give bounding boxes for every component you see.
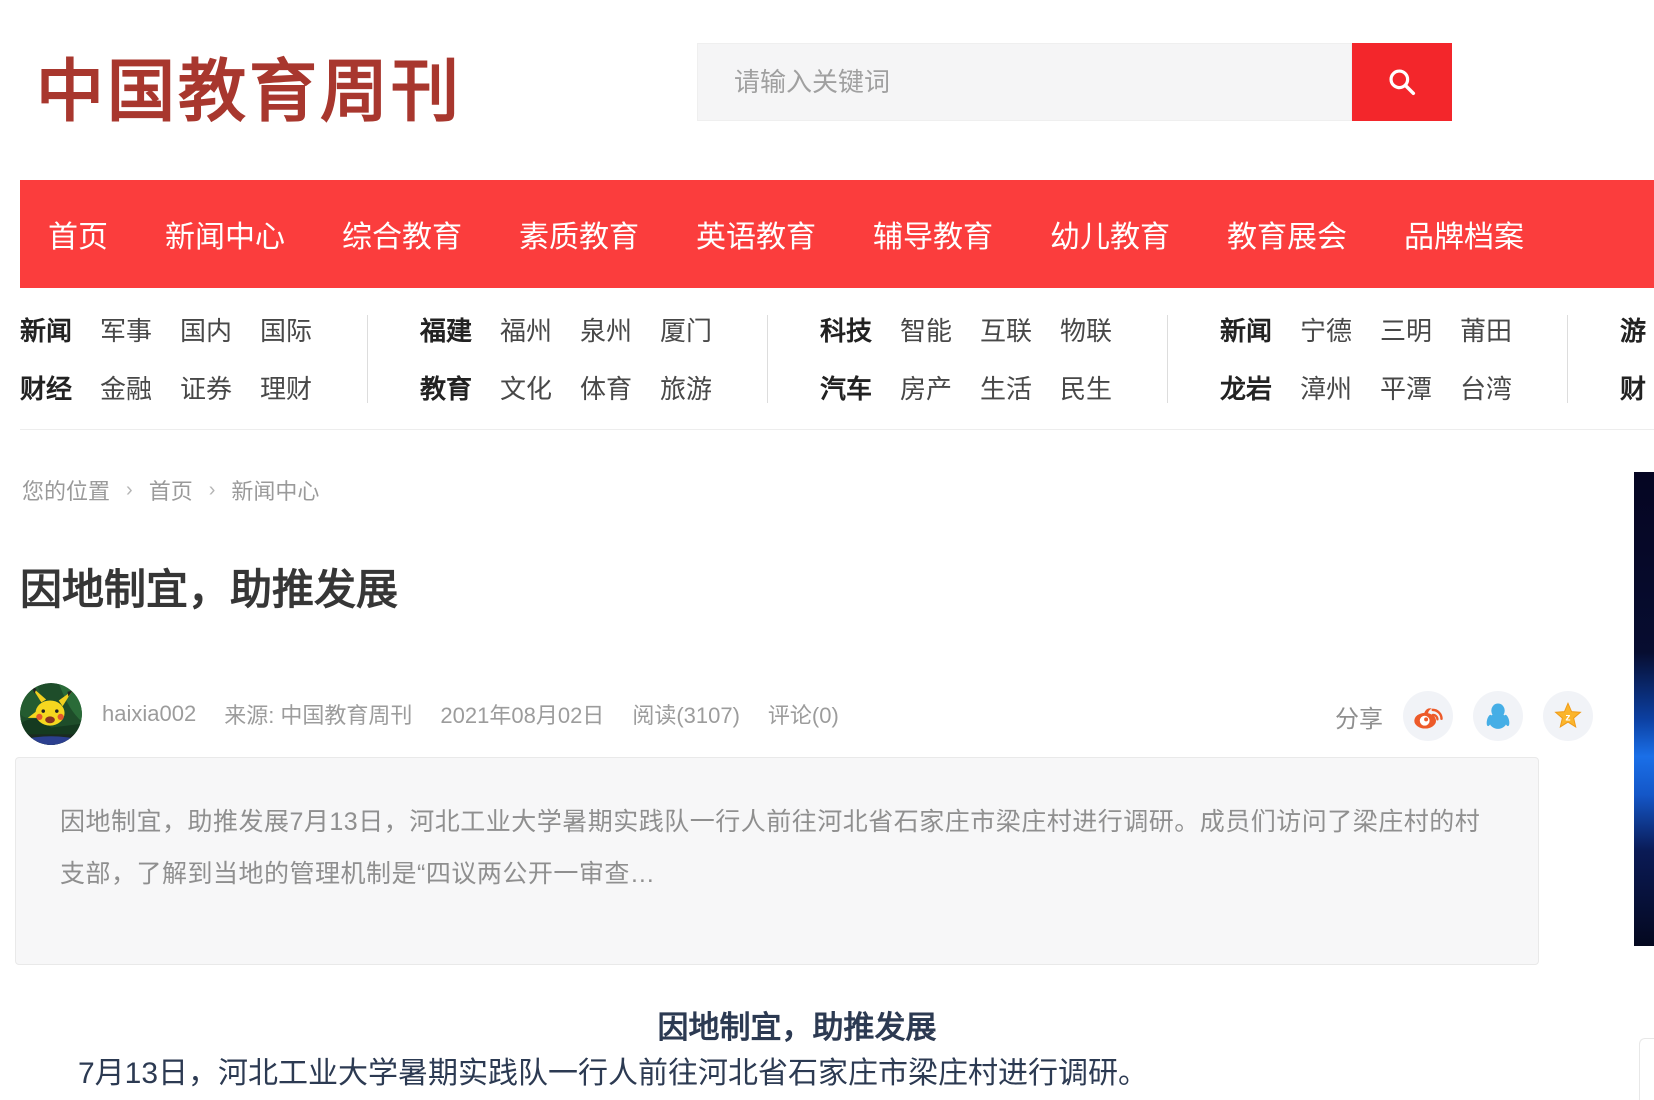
- subnav-link[interactable]: 金融: [100, 369, 152, 406]
- subnav-link[interactable]: 文化: [500, 369, 552, 406]
- subnav-group-clipped: 游 财: [1620, 311, 1654, 406]
- subnav-group-fujian-education: 福建 福州 泉州 厦门 教育 文化 体育 旅游: [420, 311, 715, 406]
- subnav-category[interactable]: 科技: [820, 311, 872, 348]
- divider: [1567, 315, 1568, 403]
- breadcrumb-news-center[interactable]: 新闻中心: [231, 474, 319, 506]
- subnav-link[interactable]: 漳州: [1300, 369, 1352, 406]
- subnav-category[interactable]: 新闻: [20, 311, 72, 348]
- subnav-link[interactable]: 互联: [980, 311, 1032, 348]
- search-box: [697, 43, 1452, 121]
- comment-count[interactable]: 评论(0): [768, 698, 839, 730]
- nav-item-preschool-education[interactable]: 幼儿教育: [1050, 212, 1170, 256]
- author-name[interactable]: haixia002: [102, 701, 196, 727]
- nav-item-quality-education[interactable]: 素质教育: [519, 212, 639, 256]
- subnav-link[interactable]: 福州: [500, 311, 552, 348]
- article-meta: haixia002 来源: 中国教育周刊 2021年08月02日 阅读(3107…: [20, 682, 867, 746]
- subnav-category[interactable]: 新闻: [1220, 311, 1272, 348]
- subnav-link[interactable]: 国内: [180, 311, 232, 348]
- nav-item-education-expo[interactable]: 教育展会: [1227, 212, 1347, 256]
- subnav-category[interactable]: 教育: [420, 369, 472, 406]
- avatar[interactable]: [20, 683, 82, 745]
- subnav-link[interactable]: 莆田: [1460, 311, 1512, 348]
- right-edge-panel-sliver: [1639, 1038, 1654, 1100]
- subnav-group-news-finance: 新闻 军事 国内 国际 财经 金融 证券 理财: [20, 311, 315, 406]
- breadcrumb-separator-icon: ›: [209, 479, 216, 502]
- search-input[interactable]: [697, 43, 1352, 121]
- divider: [1167, 315, 1168, 403]
- breadcrumb-separator-icon: ›: [126, 479, 133, 502]
- article-summary: 因地制宜，助推发展7月13日，河北工业大学暑期实践队一行人前往河北省石家庄市梁庄…: [15, 757, 1539, 965]
- read-count: 阅读(3107): [632, 698, 740, 730]
- nav-item-english-education[interactable]: 英语教育: [696, 212, 816, 256]
- nav-item-news-center[interactable]: 新闻中心: [165, 212, 285, 256]
- subnav-row: 新闻 宁德 三明 莆田: [1220, 311, 1515, 348]
- subnav-link[interactable]: 平潭: [1380, 369, 1432, 406]
- nav-item-home[interactable]: 首页: [48, 212, 108, 256]
- subnav-row: 游: [1620, 311, 1654, 348]
- subnav-link[interactable]: 生活: [980, 369, 1032, 406]
- article-source: 来源: 中国教育周刊: [224, 698, 412, 730]
- subnav-row: 龙岩 漳州 平潭 台湾: [1220, 369, 1515, 406]
- page: 中国教育周刊 首页 新闻中心 综合教育 素质教育 英语教育 辅导教育 幼儿教育 …: [0, 0, 1654, 1100]
- article-body-heading: 因地制宜，助推发展: [0, 1002, 1594, 1047]
- subnav-row: 财: [1620, 369, 1654, 406]
- subnav-link[interactable]: 民生: [1060, 369, 1112, 406]
- subnav-link[interactable]: 三明: [1380, 311, 1432, 348]
- site-logo[interactable]: 中国教育周刊: [36, 36, 462, 135]
- subnav-category[interactable]: 财经: [20, 369, 72, 406]
- subnav-row: 新闻 军事 国内 国际: [20, 311, 315, 348]
- main-nav: 首页 新闻中心 综合教育 素质教育 英语教育 辅导教育 幼儿教育 教育展会 品牌…: [20, 180, 1654, 288]
- share-qzone-button[interactable]: z: [1543, 691, 1593, 741]
- subnav-row: 财经 金融 证券 理财: [20, 369, 315, 406]
- share-bar: 分享 z: [1335, 684, 1593, 748]
- subnav-link[interactable]: 体育: [580, 369, 632, 406]
- subnav-category[interactable]: 汽车: [820, 369, 872, 406]
- right-edge-banner-sliver[interactable]: [1634, 472, 1654, 946]
- subnav-group-tech-auto: 科技 智能 互联 物联 汽车 房产 生活 民生: [820, 311, 1115, 406]
- divider: [367, 315, 368, 403]
- subnav-category[interactable]: 福建: [420, 311, 472, 348]
- subnav-link[interactable]: 国际: [260, 311, 312, 348]
- share-label: 分享: [1335, 699, 1383, 734]
- subnav-row: 汽车 房产 生活 民生: [820, 369, 1115, 406]
- nav-item-tutoring-education[interactable]: 辅导教育: [873, 212, 993, 256]
- subnav-link[interactable]: 理财: [260, 369, 312, 406]
- subnav-link[interactable]: 旅游: [660, 369, 712, 406]
- subnav-link[interactable]: 证券: [180, 369, 232, 406]
- nav-item-brand-archive[interactable]: 品牌档案: [1404, 212, 1524, 256]
- breadcrumb: 您的位置 › 首页 › 新闻中心: [22, 474, 319, 506]
- share-weibo-button[interactable]: [1403, 691, 1453, 741]
- nav-item-comprehensive-education[interactable]: 综合教育: [342, 212, 462, 256]
- subnav-row: 科技 智能 互联 物联: [820, 311, 1115, 348]
- subnav-category[interactable]: 财: [1620, 369, 1646, 406]
- pikachu-avatar-image: [20, 683, 82, 745]
- subnav-link[interactable]: 智能: [900, 311, 952, 348]
- breadcrumb-label: 您的位置: [22, 474, 110, 506]
- search-icon: [1386, 66, 1418, 98]
- svg-text:z: z: [1565, 713, 1570, 724]
- divider: [767, 315, 768, 403]
- subnav-link[interactable]: 台湾: [1460, 369, 1512, 406]
- page-title: 因地制宜，助推发展: [20, 556, 398, 617]
- share-qq-button[interactable]: [1473, 691, 1523, 741]
- subnav-link[interactable]: 泉州: [580, 311, 632, 348]
- breadcrumb-home[interactable]: 首页: [149, 474, 193, 506]
- qzone-star-icon: z: [1551, 699, 1585, 733]
- qq-icon: [1482, 700, 1514, 732]
- subnav-row: 福建 福州 泉州 厦门: [420, 311, 715, 348]
- subnav-link[interactable]: 宁德: [1300, 311, 1352, 348]
- search-button[interactable]: [1352, 43, 1452, 121]
- article-body-paragraph: 7月13日，河北工业大学暑期实践队一行人前往河北省石家庄市梁庄村进行调研。: [20, 1052, 1580, 1096]
- subnav-row: 教育 文化 体育 旅游: [420, 369, 715, 406]
- subnav-link[interactable]: 军事: [100, 311, 152, 348]
- weibo-icon: [1411, 699, 1445, 733]
- subnav-link[interactable]: 物联: [1060, 311, 1112, 348]
- subnav-group-local-news: 新闻 宁德 三明 莆田 龙岩 漳州 平潭 台湾: [1220, 311, 1515, 406]
- subnav-category[interactable]: 龙岩: [1220, 369, 1272, 406]
- subnav-link[interactable]: 厦门: [660, 311, 712, 348]
- subnav-link[interactable]: 房产: [900, 369, 952, 406]
- subnav-category[interactable]: 游: [1620, 311, 1646, 348]
- article-date: 2021年08月02日: [440, 698, 604, 730]
- subnav: 新闻 军事 国内 国际 财经 金融 证券 理财 福建 福州 泉州 厦门 教育: [20, 288, 1654, 430]
